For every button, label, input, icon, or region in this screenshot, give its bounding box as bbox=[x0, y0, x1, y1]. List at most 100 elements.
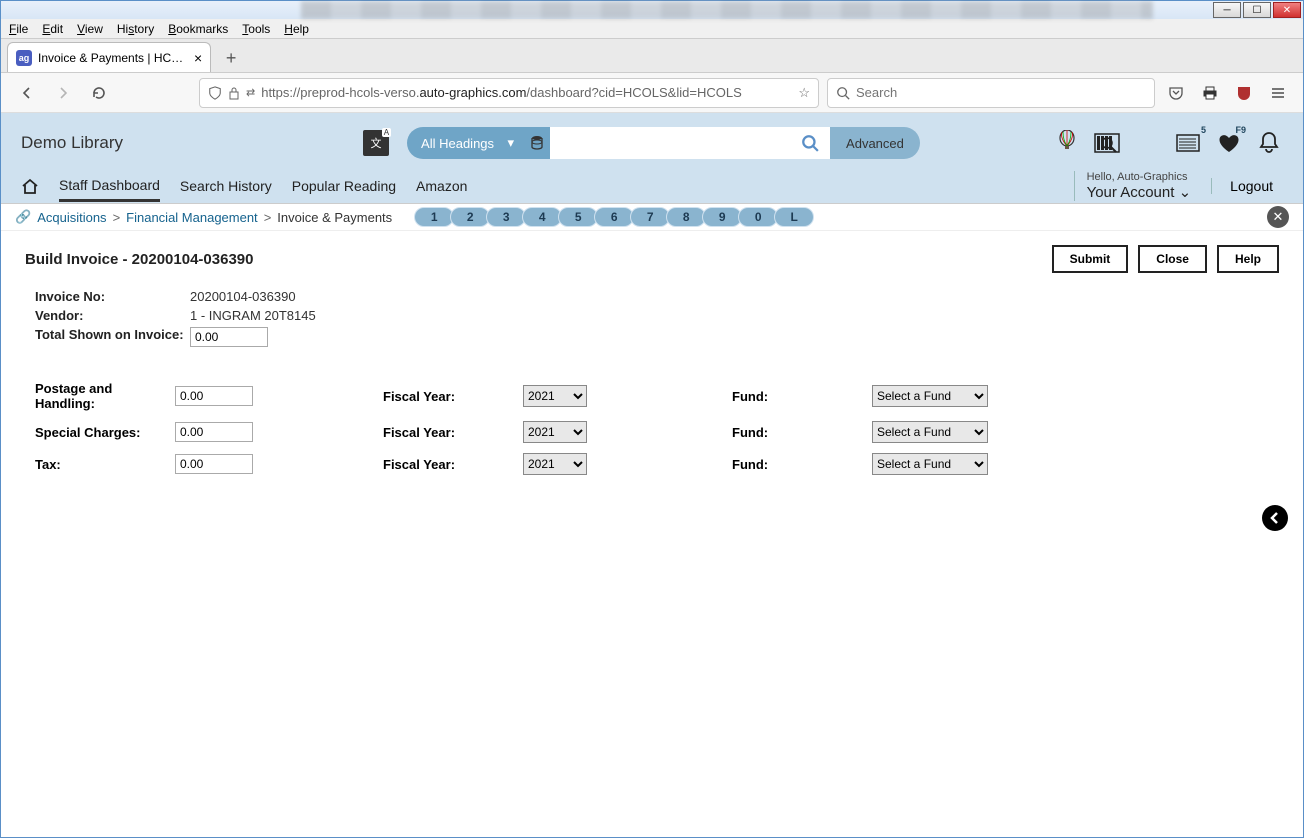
crumb-acquisitions[interactable]: Acquisitions bbox=[37, 210, 106, 225]
select-fy-0[interactable]: 2021 bbox=[523, 385, 587, 407]
heart-badge: F9 bbox=[1232, 125, 1249, 135]
label-postage: Postage and Handling: bbox=[35, 381, 175, 411]
menu-file[interactable]: File bbox=[9, 22, 28, 36]
page-9[interactable]: 9 bbox=[702, 207, 742, 227]
nav-amazon[interactable]: Amazon bbox=[416, 172, 467, 200]
page-5[interactable]: 5 bbox=[558, 207, 598, 227]
select-fund-0[interactable]: Select a Fund bbox=[872, 385, 988, 407]
home-icon[interactable] bbox=[21, 178, 39, 194]
news-icon[interactable]: 5 bbox=[1175, 129, 1203, 157]
reload-button[interactable] bbox=[85, 79, 113, 107]
label-fy-0: Fiscal Year: bbox=[383, 389, 523, 404]
nav-popular-reading[interactable]: Popular Reading bbox=[292, 172, 396, 200]
input-special[interactable] bbox=[175, 422, 253, 442]
account-dropdown[interactable]: Hello, Auto-Graphics Your Account ⌄ bbox=[1074, 171, 1192, 201]
pocket-icon[interactable] bbox=[1163, 80, 1189, 106]
forward-button[interactable] bbox=[49, 79, 77, 107]
logout-link[interactable]: Logout bbox=[1211, 178, 1273, 194]
label-total-shown: Total Shown on Invoice: bbox=[35, 327, 190, 342]
value-vendor: 1 - INGRAM 20T8145 bbox=[190, 308, 316, 323]
ublock-icon[interactable] bbox=[1231, 80, 1257, 106]
input-postage[interactable] bbox=[175, 386, 253, 406]
input-total-shown[interactable] bbox=[190, 327, 268, 347]
label-fund-0: Fund: bbox=[732, 389, 872, 404]
select-fy-2[interactable]: 2021 bbox=[523, 453, 587, 475]
label-invoice-no: Invoice No: bbox=[35, 289, 190, 304]
select-fund-1[interactable]: Select a Fund bbox=[872, 421, 988, 443]
url-field[interactable]: ⇄ https://preprod-hcols-verso.auto-graph… bbox=[199, 78, 819, 108]
window-close-button[interactable]: ✕ bbox=[1273, 2, 1301, 18]
crumb-financial[interactable]: Financial Management bbox=[126, 210, 258, 225]
page-3[interactable]: 3 bbox=[486, 207, 526, 227]
bell-icon[interactable] bbox=[1255, 129, 1283, 157]
label-fy-1: Fiscal Year: bbox=[383, 425, 523, 440]
menu-help[interactable]: Help bbox=[284, 22, 309, 36]
heart-icon[interactable]: F9 bbox=[1215, 129, 1243, 157]
hamburger-menu-icon[interactable] bbox=[1265, 80, 1291, 106]
tab-close-icon[interactable]: × bbox=[194, 50, 202, 66]
page-2[interactable]: 2 bbox=[450, 207, 490, 227]
menu-bookmarks[interactable]: Bookmarks bbox=[168, 22, 228, 36]
label-vendor: Vendor: bbox=[35, 308, 190, 323]
library-title: Demo Library bbox=[21, 133, 123, 153]
nav-search-history[interactable]: Search History bbox=[180, 172, 272, 200]
page-0[interactable]: 0 bbox=[738, 207, 778, 227]
label-fund-2: Fund: bbox=[732, 457, 872, 472]
print-icon[interactable] bbox=[1197, 80, 1223, 106]
pager: 1 2 3 4 5 6 7 8 9 0 L bbox=[418, 207, 814, 227]
close-button[interactable]: Close bbox=[1138, 245, 1207, 273]
window-maximize-button[interactable]: ☐ bbox=[1243, 2, 1271, 18]
language-icon[interactable]: 文 bbox=[363, 130, 389, 156]
label-fy-2: Fiscal Year: bbox=[383, 457, 523, 472]
value-invoice-no: 20200104-036390 bbox=[190, 289, 296, 304]
select-fy-1[interactable]: 2021 bbox=[523, 421, 587, 443]
expand-panel-icon[interactable] bbox=[1262, 505, 1288, 531]
menu-view[interactable]: View bbox=[77, 22, 103, 36]
catalog-search-input[interactable] bbox=[550, 127, 790, 159]
account-label: Your Account bbox=[1087, 184, 1175, 201]
browser-tab[interactable]: ag Invoice & Payments | HCOLS | H × bbox=[7, 42, 211, 72]
window-minimize-button[interactable]: ─ bbox=[1213, 2, 1241, 18]
bookmark-star-icon[interactable]: ☆ bbox=[798, 85, 810, 101]
browser-search-input[interactable] bbox=[856, 85, 1146, 100]
select-fund-2[interactable]: Select a Fund bbox=[872, 453, 988, 475]
page-7[interactable]: 7 bbox=[630, 207, 670, 227]
label-tax: Tax: bbox=[35, 457, 175, 472]
link-icon: 🔗 bbox=[15, 209, 31, 225]
page-last[interactable]: L bbox=[774, 207, 814, 227]
menu-history[interactable]: History bbox=[117, 22, 154, 36]
news-badge: 5 bbox=[1198, 125, 1209, 135]
submit-button[interactable]: Submit bbox=[1052, 245, 1129, 273]
catalog-search-button[interactable] bbox=[790, 127, 830, 159]
url-text: https://preprod-hcols-verso.auto-graphic… bbox=[261, 85, 792, 100]
back-button[interactable] bbox=[13, 79, 41, 107]
page-1[interactable]: 1 bbox=[414, 207, 454, 227]
chevron-down-icon: ⌄ bbox=[1174, 184, 1191, 201]
browser-menu-bar: File Edit View History Bookmarks Tools H… bbox=[1, 19, 1303, 39]
advanced-search-button[interactable]: Advanced bbox=[830, 127, 920, 159]
label-fund-1: Fund: bbox=[732, 425, 872, 440]
menu-edit[interactable]: Edit bbox=[42, 22, 63, 36]
bookshelf-icon[interactable] bbox=[1093, 129, 1121, 157]
headings-dropdown[interactable]: All Headings bbox=[407, 127, 524, 159]
page-6[interactable]: 6 bbox=[594, 207, 634, 227]
nav-staff-dashboard[interactable]: Staff Dashboard bbox=[59, 171, 160, 202]
menu-tools[interactable]: Tools bbox=[242, 22, 270, 36]
account-greeting: Hello, Auto-Graphics bbox=[1087, 171, 1192, 183]
browser-search-field[interactable] bbox=[827, 78, 1155, 108]
lock-icon[interactable] bbox=[228, 86, 240, 100]
help-button[interactable]: Help bbox=[1217, 245, 1279, 273]
balloon-icon[interactable] bbox=[1053, 129, 1081, 157]
page-8[interactable]: 8 bbox=[666, 207, 706, 227]
permissions-icon[interactable]: ⇄ bbox=[246, 86, 255, 99]
input-tax[interactable] bbox=[175, 454, 253, 474]
label-special: Special Charges: bbox=[35, 425, 175, 440]
shield-icon[interactable] bbox=[208, 86, 222, 100]
search-icon bbox=[836, 86, 850, 100]
database-icon[interactable] bbox=[524, 127, 550, 159]
crumb-invoice-payments: Invoice & Payments bbox=[277, 210, 392, 225]
close-panel-icon[interactable]: ✕ bbox=[1267, 206, 1289, 228]
new-tab-button[interactable]: + bbox=[217, 44, 245, 72]
tab-favicon: ag bbox=[16, 50, 32, 66]
page-4[interactable]: 4 bbox=[522, 207, 562, 227]
